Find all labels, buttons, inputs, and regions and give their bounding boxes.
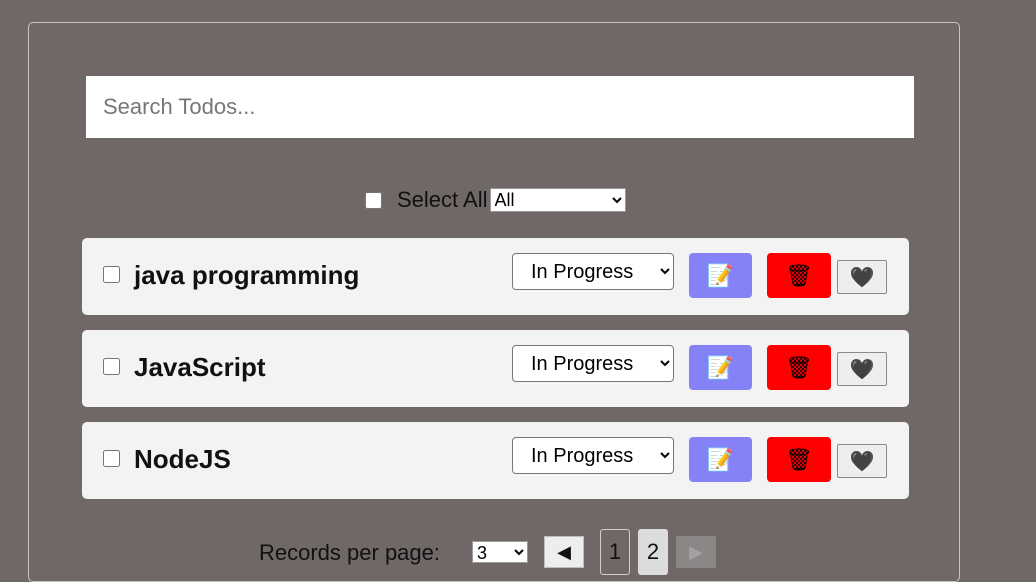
triangle-right-icon: ▶ bbox=[689, 541, 703, 562]
todo-checkbox[interactable] bbox=[103, 358, 120, 375]
favorite-button[interactable]: 🖤 bbox=[837, 352, 887, 386]
page-number: 1 bbox=[608, 539, 622, 564]
todo-checkbox[interactable] bbox=[103, 450, 120, 467]
memo-icon: 📝 bbox=[706, 354, 735, 380]
filter-select[interactable]: All bbox=[489, 188, 626, 212]
todo-item: NodeJS In Progress 📝 🗑 🖤 bbox=[82, 422, 909, 499]
records-per-page-label: Records per page: bbox=[259, 540, 440, 565]
prev-page-button[interactable]: ◀ bbox=[544, 536, 584, 568]
black-heart-icon: 🖤 bbox=[849, 266, 875, 289]
page-2-button[interactable]: 2 bbox=[638, 529, 668, 575]
records-per-page-select[interactable]: 3 bbox=[472, 541, 528, 563]
wastebasket-icon: 🗑 bbox=[785, 262, 813, 288]
page-1-button[interactable]: 1 bbox=[600, 529, 630, 575]
select-all-row: Select All All bbox=[362, 186, 626, 214]
delete-button[interactable]: 🗑 bbox=[767, 437, 831, 482]
edit-button[interactable]: 📝 bbox=[689, 253, 752, 298]
search-input[interactable] bbox=[86, 76, 914, 138]
todo-title: JavaScript bbox=[134, 352, 266, 382]
edit-button[interactable]: 📝 bbox=[689, 345, 752, 390]
next-page-button[interactable]: ▶ bbox=[676, 536, 716, 568]
wastebasket-icon: 🗑 bbox=[785, 446, 813, 472]
todo-item: JavaScript In Progress 📝 🗑 🖤 bbox=[82, 330, 909, 407]
favorite-button[interactable]: 🖤 bbox=[837, 444, 887, 478]
black-heart-icon: 🖤 bbox=[849, 358, 875, 381]
favorite-button[interactable]: 🖤 bbox=[837, 260, 887, 294]
delete-button[interactable]: 🗑 bbox=[767, 345, 831, 390]
black-heart-icon: 🖤 bbox=[849, 450, 875, 473]
todo-title: NodeJS bbox=[134, 444, 231, 474]
memo-icon: 📝 bbox=[706, 446, 735, 472]
status-select[interactable]: In Progress bbox=[512, 253, 674, 290]
triangle-left-icon: ◀ bbox=[557, 541, 571, 562]
select-all-label: Select All bbox=[397, 187, 488, 212]
status-select[interactable]: In Progress bbox=[512, 437, 674, 474]
status-select[interactable]: In Progress bbox=[512, 345, 674, 382]
wastebasket-icon: 🗑 bbox=[785, 354, 813, 380]
pagination: Records per page: 3 ◀ 1 2 ▶ bbox=[0, 527, 1036, 577]
todo-checkbox[interactable] bbox=[103, 266, 120, 283]
delete-button[interactable]: 🗑 bbox=[767, 253, 831, 298]
select-all-checkbox[interactable] bbox=[365, 191, 382, 209]
page-number: 2 bbox=[646, 539, 660, 564]
todo-item: java programming In Progress 📝 🗑 🖤 bbox=[82, 238, 909, 315]
memo-icon: 📝 bbox=[706, 262, 735, 288]
edit-button[interactable]: 📝 bbox=[689, 437, 752, 482]
todo-title: java programming bbox=[134, 260, 360, 290]
